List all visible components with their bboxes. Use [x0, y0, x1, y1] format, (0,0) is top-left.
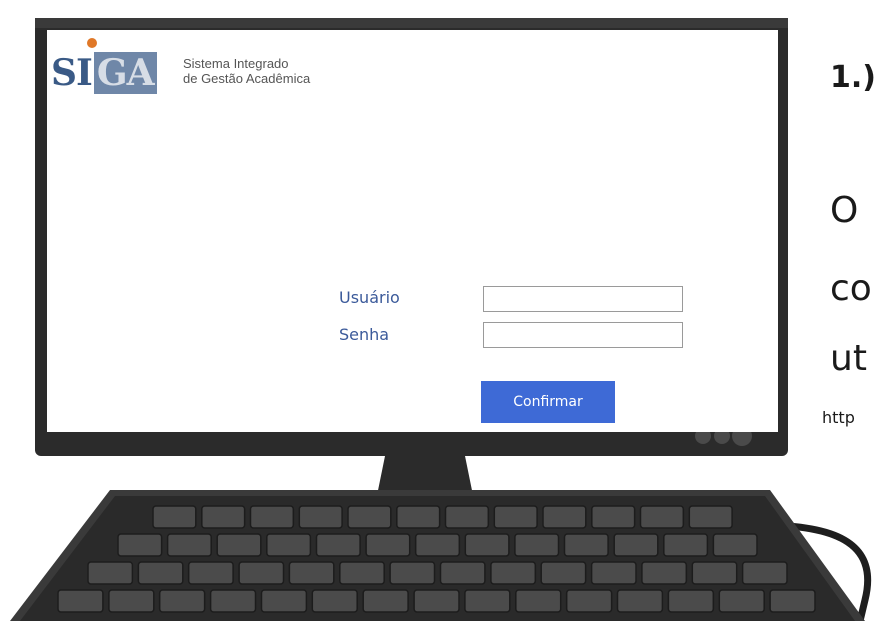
- keyboard-key: [464, 589, 511, 613]
- side-text-line1: O: [830, 190, 859, 231]
- keyboard-key: [117, 533, 163, 557]
- keyboard-key: [413, 589, 460, 613]
- keyboard-key: [315, 533, 361, 557]
- keyboard-key: [563, 533, 609, 557]
- logo-mark-ga: GA: [93, 52, 157, 94]
- keyboard-key: [712, 533, 758, 557]
- keyboard-key: [389, 561, 436, 585]
- keyboard-key: [490, 561, 537, 585]
- keyboard-key: [591, 505, 636, 529]
- keyboard-key: [249, 505, 295, 529]
- keyboard-key: [137, 561, 184, 585]
- keyboard-key: [201, 505, 246, 529]
- keyboard-key: [187, 561, 234, 585]
- keyboard-key: [365, 533, 411, 557]
- password-input[interactable]: [483, 322, 683, 348]
- keyboard-key: [439, 561, 486, 585]
- keyboard-key: [663, 533, 709, 557]
- keyboard-key: [514, 533, 560, 557]
- keyboard-key: [464, 533, 510, 557]
- keyboard-key: [209, 589, 257, 613]
- monitor-screen: SI GA Sistema Integrado de Gestão Acadêmi…: [47, 30, 778, 432]
- keyboard-key: [362, 589, 409, 613]
- keyboard-key: [590, 561, 637, 585]
- side-text-line2: co: [830, 268, 872, 309]
- keyboard-key: [641, 561, 688, 585]
- keyboard-key: [288, 561, 335, 585]
- keyboard-key: [339, 561, 385, 585]
- keyboard-key: [515, 589, 562, 613]
- logo-subtitle-line1: Sistema Integrado: [183, 56, 289, 71]
- keyboard-key: [741, 561, 788, 585]
- password-label: Senha: [339, 325, 390, 344]
- keyboard-key: [108, 589, 155, 613]
- keyboard-key: [565, 589, 613, 613]
- logo-dot-icon: [87, 38, 97, 48]
- keyboard-key: [298, 505, 343, 529]
- keyboard-key: [57, 589, 104, 613]
- confirm-button[interactable]: Confirmar: [481, 381, 615, 423]
- keyboard-key: [540, 561, 587, 585]
- keyboard-key: [266, 533, 312, 557]
- keyboard-key: [260, 589, 308, 613]
- keyboard-key: [152, 505, 197, 529]
- keyboard-key: [396, 505, 441, 529]
- keyboard-key: [718, 589, 765, 613]
- step-number: 1.): [830, 60, 876, 95]
- logo-mark-si: SI: [51, 52, 93, 94]
- logo-subtitle-line2: de Gestão Acadêmica: [183, 71, 311, 86]
- keyboard-key: [87, 561, 134, 585]
- keyboard-key: [216, 533, 262, 557]
- keyboard-key: [616, 589, 664, 613]
- keyboard-key: [166, 533, 212, 557]
- side-text-url: http: [822, 408, 855, 427]
- keyboard-key: [542, 505, 587, 529]
- keyboard-key: [769, 589, 816, 613]
- keyboard-key: [639, 505, 685, 529]
- username-label: Usuário: [339, 288, 400, 307]
- keyboard-key: [613, 533, 659, 557]
- logo-subtitle: Sistema Integrado de Gestão Acadêmica: [183, 56, 310, 86]
- keyboard-key: [691, 561, 738, 585]
- logo-mark: SI GA: [51, 52, 157, 94]
- keyboard-key: [688, 505, 733, 529]
- keyboard-key: [444, 505, 490, 529]
- siga-logo: SI GA Sistema Integrado de Gestão Acadêmi…: [51, 36, 371, 106]
- username-input[interactable]: [483, 286, 683, 312]
- keyboard-key: [158, 589, 206, 613]
- keyboard-key: [311, 589, 358, 613]
- keyboard-key: [414, 533, 461, 557]
- keyboard-key: [667, 589, 715, 613]
- keyboard-key: [493, 505, 538, 529]
- keyboard-key: [347, 505, 392, 529]
- side-text-line3: ut: [830, 338, 867, 379]
- keyboard-key: [238, 561, 285, 585]
